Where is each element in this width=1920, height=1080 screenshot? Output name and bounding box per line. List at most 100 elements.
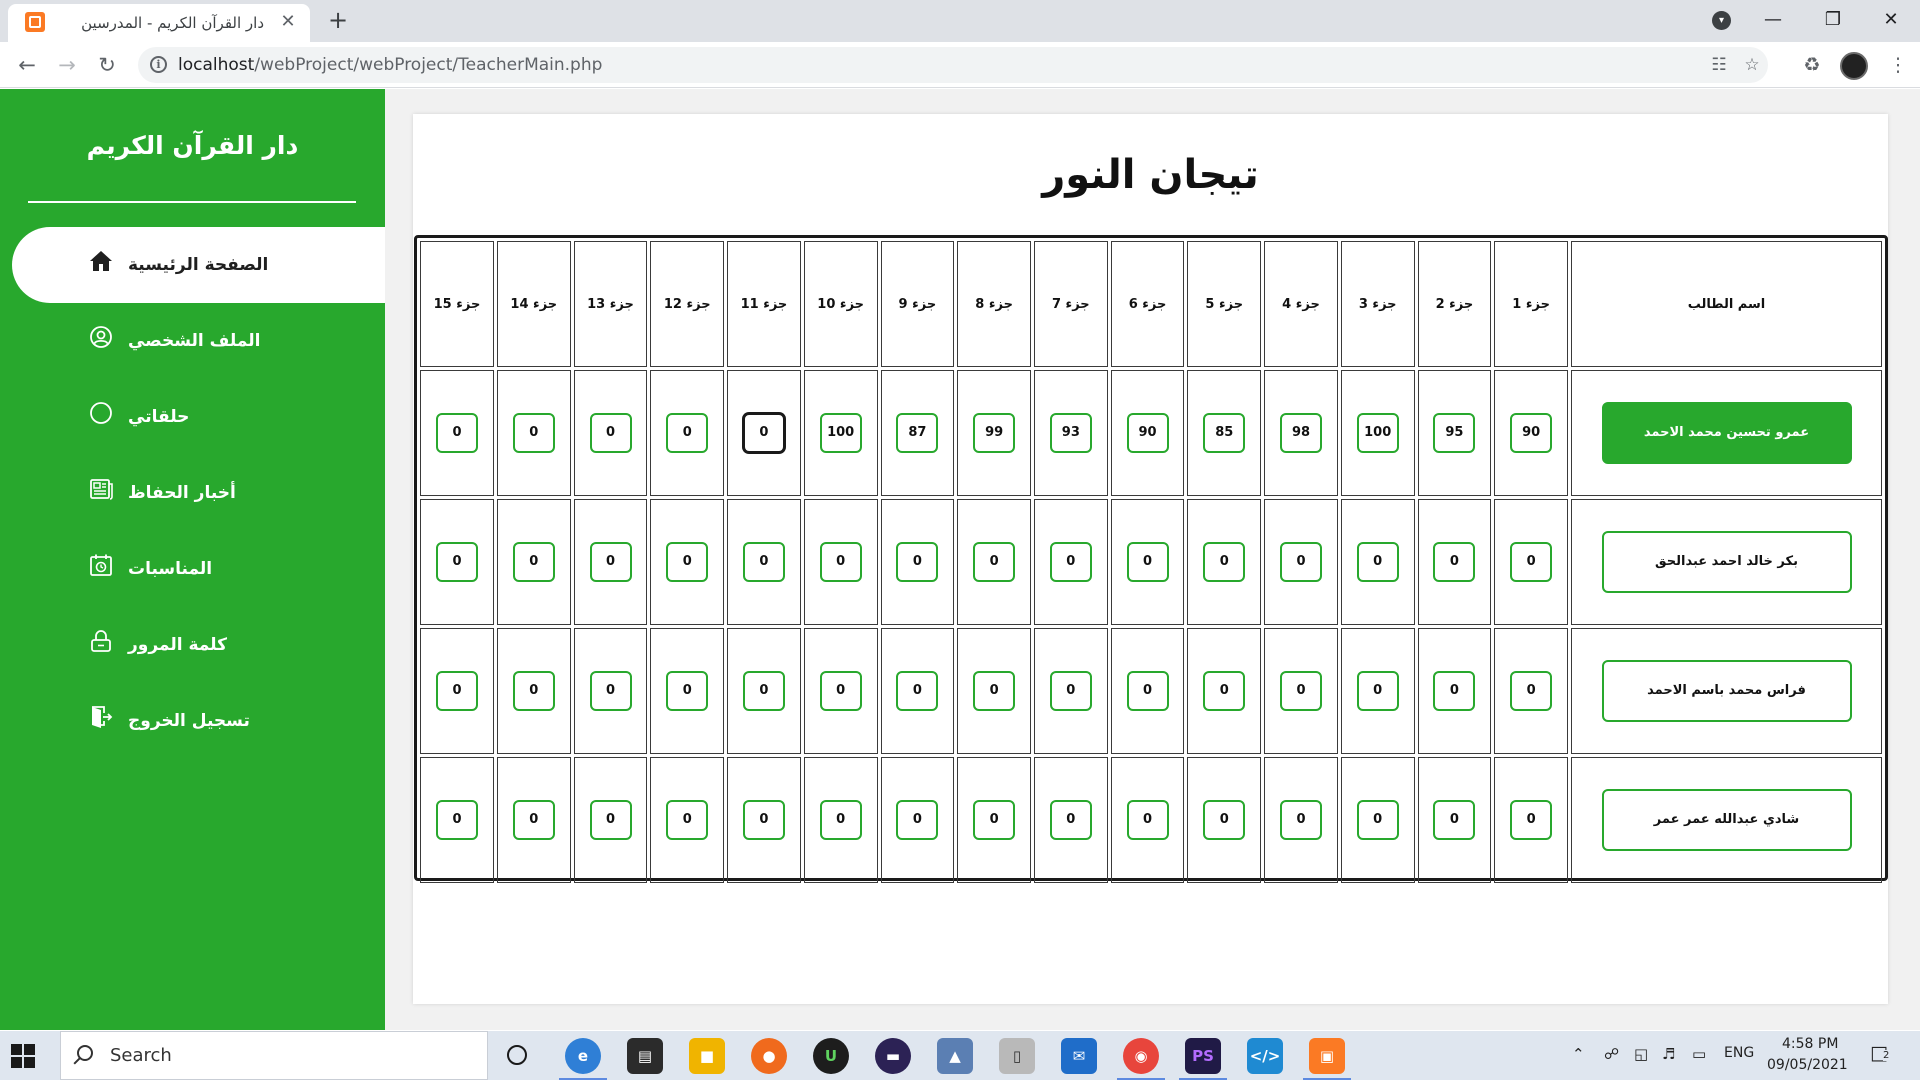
phpstorm-icon[interactable]: PS [1179, 1038, 1227, 1080]
score-input[interactable]: 0 [589, 800, 632, 840]
score-input[interactable]: 0 [666, 413, 709, 453]
star-icon[interactable]: ☆ [1741, 54, 1763, 76]
score-input[interactable]: 0 [742, 413, 785, 453]
battery-icon[interactable]: ▭ [1692, 1045, 1706, 1063]
score-input[interactable]: 0 [1126, 542, 1169, 582]
score-input[interactable]: 0 [1433, 800, 1476, 840]
score-input[interactable]: 90 [1126, 413, 1169, 453]
score-input[interactable]: 0 [666, 671, 709, 711]
score-input[interactable]: 0 [1356, 671, 1399, 711]
tab-search-icon[interactable]: ▾ [1712, 11, 1731, 30]
score-input[interactable]: 0 [819, 542, 862, 582]
score-input[interactable]: 0 [1049, 800, 1092, 840]
url-text[interactable]: localhost/webProject/webProject/TeacherM… [178, 55, 602, 75]
network-icon[interactable]: ◱ [1634, 1045, 1648, 1063]
score-input[interactable]: 85 [1203, 413, 1246, 453]
extensions-icon[interactable]: ♻ [1800, 53, 1824, 77]
student-name-button[interactable]: فراس محمد باسم الاحمد [1601, 660, 1852, 722]
score-input[interactable]: 0 [1510, 671, 1553, 711]
forward-icon[interactable]: → [52, 50, 82, 80]
sidebar-item-password[interactable]: كلمة المرور [0, 607, 385, 683]
restore-icon[interactable]: ❐ [1810, 4, 1856, 36]
sidebar-item-profile[interactable]: الملف الشخصي [0, 303, 385, 379]
edge-icon[interactable]: e [559, 1038, 607, 1080]
reload-icon[interactable]: ↻ [92, 50, 122, 80]
mail-icon[interactable]: ✉ [1061, 1038, 1097, 1074]
score-input[interactable]: 0 [1049, 671, 1092, 711]
address-bar[interactable]: i localhost/webProject/webProject/Teache… [138, 47, 1768, 83]
chrome-icon[interactable]: ◉ [1117, 1038, 1165, 1080]
menu-icon[interactable]: ⋮ [1886, 53, 1910, 77]
score-input[interactable]: 0 [666, 800, 709, 840]
score-input[interactable]: 87 [896, 413, 939, 453]
score-input[interactable]: 0 [973, 542, 1016, 582]
score-input[interactable]: 0 [512, 413, 555, 453]
clock-date[interactable]: 09/05/2021 [1767, 1057, 1848, 1073]
eclipse-icon[interactable]: ▬ [875, 1038, 911, 1074]
intellij-icon[interactable]: U [813, 1038, 849, 1074]
score-input[interactable]: 0 [1279, 542, 1322, 582]
score-input[interactable]: 0 [589, 671, 632, 711]
translate-icon[interactable]: ☷ [1708, 54, 1730, 76]
score-input[interactable]: 0 [435, 800, 478, 840]
score-input[interactable]: 0 [896, 671, 939, 711]
score-input[interactable]: 0 [1203, 671, 1246, 711]
taskbar-search-input[interactable]: Search [60, 1031, 488, 1080]
windows-start-icon[interactable] [11, 1044, 35, 1068]
firefox-icon[interactable]: ● [751, 1038, 787, 1074]
minimize-icon[interactable]: — [1750, 4, 1796, 36]
notifications-icon[interactable]: □ 2 [1870, 1042, 1890, 1064]
score-input[interactable]: 0 [1356, 542, 1399, 582]
score-input[interactable]: 0 [435, 542, 478, 582]
store-icon[interactable]: ▤ [627, 1038, 663, 1074]
vscode-icon[interactable]: </> [1247, 1038, 1283, 1074]
score-input[interactable]: 0 [1126, 671, 1169, 711]
score-input[interactable]: 0 [1203, 542, 1246, 582]
virtualbox-icon[interactable]: ▲ [937, 1038, 973, 1074]
score-input[interactable]: 95 [1433, 413, 1476, 453]
score-input[interactable]: 0 [512, 800, 555, 840]
file-explorer-icon[interactable]: ■ [689, 1038, 725, 1074]
score-input[interactable]: 100 [1356, 413, 1399, 453]
score-input[interactable]: 0 [435, 671, 478, 711]
tab-close-icon[interactable]: ✕ [276, 10, 300, 34]
score-input[interactable]: 0 [896, 800, 939, 840]
sidebar-item-my-circles[interactable]: حلقاتي [0, 379, 385, 455]
window-close-icon[interactable]: ✕ [1868, 4, 1914, 36]
sidebar-item-logout[interactable]: تسجيل الخروج [0, 683, 385, 759]
student-name-button[interactable]: عمرو تحسين محمد الاحمد [1601, 402, 1852, 464]
back-icon[interactable]: ← [12, 50, 42, 80]
score-input[interactable]: 98 [1279, 413, 1322, 453]
volume-icon[interactable]: ♬ [1662, 1045, 1675, 1063]
new-tab-button[interactable]: + [324, 6, 352, 34]
score-input[interactable]: 0 [1126, 800, 1169, 840]
info-icon[interactable]: i [150, 56, 167, 73]
cortana-icon[interactable] [507, 1045, 527, 1065]
score-input[interactable]: 0 [1433, 542, 1476, 582]
language-indicator[interactable]: ENG [1724, 1045, 1754, 1061]
score-input[interactable]: 0 [1356, 800, 1399, 840]
score-input[interactable]: 0 [819, 800, 862, 840]
sidebar-item-events[interactable]: المناسبات [0, 531, 385, 607]
score-input[interactable]: 0 [435, 413, 478, 453]
score-input[interactable]: 99 [973, 413, 1016, 453]
score-input[interactable]: 0 [512, 542, 555, 582]
clock-time[interactable]: 4:58 PM [1782, 1036, 1838, 1052]
score-input[interactable]: 0 [973, 800, 1016, 840]
score-input[interactable]: 0 [589, 413, 632, 453]
score-input[interactable]: 0 [742, 542, 785, 582]
sidebar-item-news[interactable]: أخبار الحفاظ [0, 455, 385, 531]
score-input[interactable]: 0 [1279, 800, 1322, 840]
score-input[interactable]: 0 [666, 542, 709, 582]
score-input[interactable]: 0 [1279, 671, 1322, 711]
score-input[interactable]: 0 [589, 542, 632, 582]
profile-avatar[interactable] [1840, 52, 1868, 80]
score-input[interactable]: 0 [742, 800, 785, 840]
score-input[interactable]: 0 [1049, 542, 1092, 582]
score-input[interactable]: 0 [973, 671, 1016, 711]
score-input[interactable]: 90 [1510, 413, 1553, 453]
tray-chevron-icon[interactable]: ⌃ [1572, 1045, 1585, 1063]
score-input[interactable]: 0 [1510, 800, 1553, 840]
score-input[interactable]: 93 [1049, 413, 1092, 453]
sidebar-item-home[interactable]: الصفحة الرئيسية [12, 227, 385, 303]
